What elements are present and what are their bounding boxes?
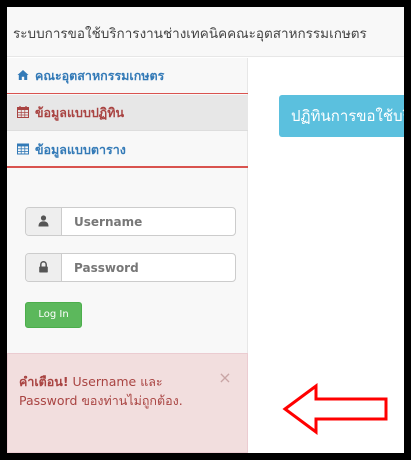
login-error-alert: คำเตือน! Username และ Password ของท่านไม… xyxy=(7,353,248,453)
sidebar-item-faculty[interactable]: คณะอุตสาหกรรมเกษตร xyxy=(7,58,248,94)
sidebar: คณะอุตสาหกรรมเกษตร ข้อมูลแบบปฏิทิน ข้อมู… xyxy=(7,58,248,453)
user-icon xyxy=(38,215,49,227)
sidebar-item-table[interactable]: ข้อมูลแบบตาราง xyxy=(7,132,248,168)
table-icon xyxy=(17,133,29,155)
password-input-group xyxy=(25,253,236,282)
sidebar-item-calendar[interactable]: ข้อมูลแบบปฏิทิน xyxy=(7,95,248,131)
lock-icon xyxy=(39,261,48,273)
screenshot-frame: ระบบการขอใช้บริการงานช่างเทคนิคคณะอุตสาห… xyxy=(0,0,411,460)
top-navbar: ระบบการขอใช้บริการงานช่างเทคนิคคณะอุตสาห… xyxy=(7,7,404,57)
alert-title: คำเตือน! xyxy=(19,374,69,389)
username-addon xyxy=(26,208,62,235)
home-icon xyxy=(17,59,29,80)
sidebar-item-label: ข้อมูลแบบตาราง xyxy=(35,142,126,157)
sidebar-item-label: คณะอุตสาหกรรมเกษตร xyxy=(35,68,165,83)
username-input-group xyxy=(25,207,236,236)
password-addon xyxy=(26,254,62,281)
login-button[interactable]: Log In xyxy=(25,302,82,328)
username-input[interactable] xyxy=(62,208,235,235)
close-icon[interactable]: × xyxy=(217,370,233,386)
sidebar-item-label: ข้อมูลแบบปฏิทิน xyxy=(35,105,124,120)
password-input[interactable] xyxy=(62,254,235,281)
app-title[interactable]: ระบบการขอใช้บริการงานช่างเทคนิคคณะอุตสาห… xyxy=(13,22,367,44)
calendar-title: ปฏิทินการขอใช้บริการ xyxy=(279,95,404,137)
red-arrow-annotation-icon xyxy=(282,383,388,435)
page: ระบบการขอใช้บริการงานช่างเทคนิคคณะอุตสาห… xyxy=(7,7,404,453)
calendar-icon xyxy=(17,96,29,118)
